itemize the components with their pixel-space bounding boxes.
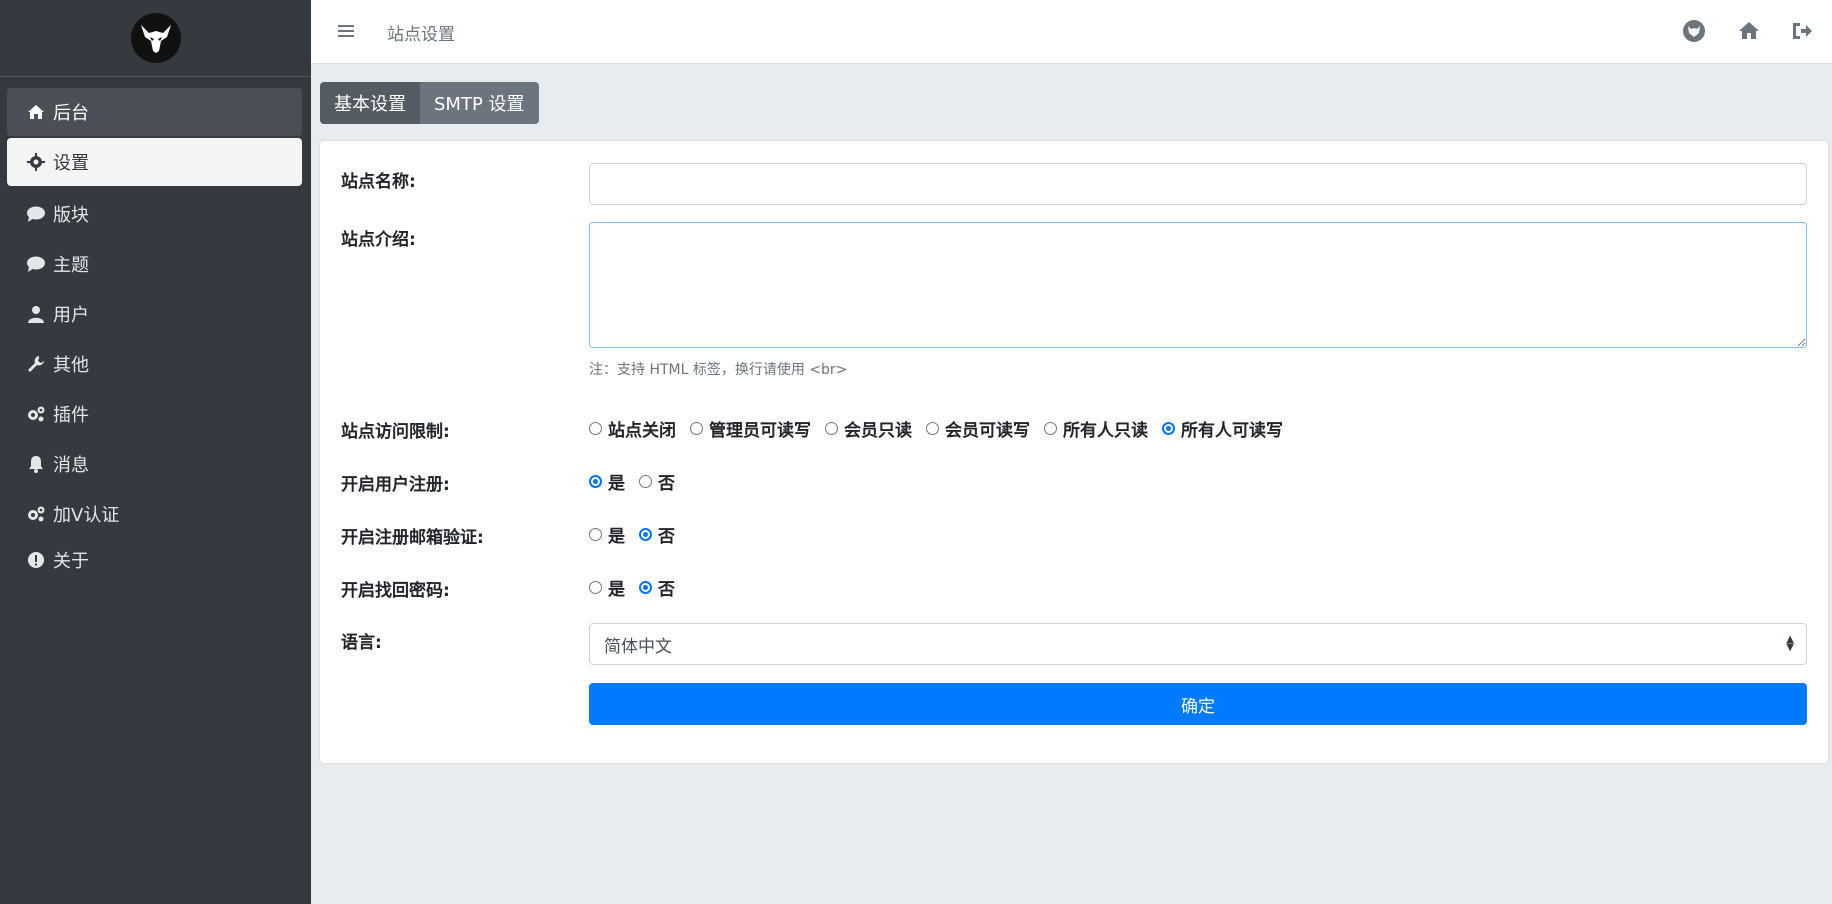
settings-card: 站点名称: 站点介绍: 注：支持 HTML 标签，换行请使用 <br> 站点访问… bbox=[320, 141, 1828, 763]
user-register-label: 开启用户注册: bbox=[341, 475, 450, 495]
radio-button[interactable] bbox=[926, 422, 939, 435]
confirm-button[interactable]: 确定 bbox=[589, 683, 1807, 725]
site-intro-textarea[interactable] bbox=[589, 222, 1807, 348]
sidebar-item-label: 消息 bbox=[53, 455, 89, 476]
hamburger-menu-icon[interactable] bbox=[335, 20, 357, 42]
sidebar-item-label: 用户 bbox=[53, 305, 89, 326]
tab-smtp-settings[interactable]: SMTP 设置 bbox=[420, 82, 539, 124]
radio-button[interactable] bbox=[1162, 422, 1175, 435]
radio-label: 会员只读 bbox=[844, 421, 912, 441]
password-recovery-option-1[interactable]: 否 bbox=[639, 575, 675, 600]
radio-button[interactable] bbox=[639, 528, 652, 541]
access-limit-option-3[interactable]: 会员可读写 bbox=[926, 416, 1030, 441]
language-select-value: 简体中文 bbox=[604, 636, 672, 657]
wrench-icon bbox=[25, 353, 47, 375]
sign-out-icon[interactable] bbox=[1789, 18, 1815, 44]
radio-button[interactable] bbox=[690, 422, 703, 435]
sidebar-item-8[interactable]: 加V认证 bbox=[7, 490, 302, 538]
select-arrows-icon: ▲ ▼ bbox=[1786, 634, 1794, 653]
email-verify-label: 开启注册邮箱验证: bbox=[341, 528, 484, 548]
bull-head-logo-icon[interactable] bbox=[130, 13, 181, 63]
radio-button[interactable] bbox=[589, 422, 602, 435]
sidebar-item-4[interactable]: 用户 bbox=[7, 290, 302, 338]
gears-icon bbox=[25, 503, 47, 525]
access-limit-option-2[interactable]: 会员只读 bbox=[825, 416, 912, 441]
language-label: 语言: bbox=[341, 633, 382, 653]
radio-button[interactable] bbox=[1044, 422, 1057, 435]
radio-label: 否 bbox=[658, 527, 675, 547]
user-icon bbox=[25, 303, 47, 325]
cat-face-icon[interactable] bbox=[1681, 18, 1707, 44]
sidebar-item-7[interactable]: 消息 bbox=[7, 440, 302, 488]
radio-button[interactable] bbox=[589, 475, 602, 488]
site-name-input[interactable] bbox=[589, 163, 1807, 205]
radio-label: 是 bbox=[608, 580, 625, 600]
bell-icon bbox=[25, 453, 47, 475]
user-register-option-0[interactable]: 是 bbox=[589, 469, 625, 494]
site-name-label: 站点名称: bbox=[341, 172, 416, 192]
exclamation-circle-icon bbox=[25, 549, 47, 571]
access-limit-option-5[interactable]: 所有人可读写 bbox=[1162, 416, 1283, 441]
sidebar-item-1[interactable]: 设置 bbox=[7, 138, 302, 186]
radio-button[interactable] bbox=[639, 475, 652, 488]
sidebar-item-9[interactable]: 关于 bbox=[7, 536, 302, 584]
radio-label: 站点关闭 bbox=[608, 421, 676, 441]
radio-label: 会员可读写 bbox=[945, 421, 1030, 441]
sidebar-item-2[interactable]: 版块 bbox=[7, 190, 302, 238]
site-intro-label: 站点介绍: bbox=[341, 230, 416, 250]
radio-label: 所有人只读 bbox=[1063, 421, 1148, 441]
gears-icon bbox=[25, 403, 47, 425]
home-icon bbox=[25, 101, 47, 123]
home-icon[interactable] bbox=[1736, 18, 1762, 44]
password-recovery-radio-group: 是否 bbox=[589, 575, 689, 600]
radio-label: 否 bbox=[658, 580, 675, 600]
radio-label: 否 bbox=[658, 474, 675, 494]
sidebar-item-label: 设置 bbox=[53, 153, 89, 174]
sidebar-item-6[interactable]: 插件 bbox=[7, 390, 302, 438]
sidebar-item-label: 后台 bbox=[53, 103, 89, 124]
access-limit-label: 站点访问限制: bbox=[341, 422, 450, 442]
password-recovery-option-0[interactable]: 是 bbox=[589, 575, 625, 600]
sidebar-item-label: 关于 bbox=[53, 551, 89, 572]
access-limit-option-1[interactable]: 管理员可读写 bbox=[690, 416, 811, 441]
radio-button[interactable] bbox=[589, 528, 602, 541]
site-intro-help-text: 注：支持 HTML 标签，换行请使用 <br> bbox=[589, 362, 848, 378]
radio-button[interactable] bbox=[639, 581, 652, 594]
gear-icon bbox=[25, 151, 47, 173]
sidebar-item-label: 其他 bbox=[53, 355, 89, 376]
radio-label: 是 bbox=[608, 527, 625, 547]
radio-button[interactable] bbox=[589, 581, 602, 594]
sidebar: 后台设置版块主题用户其他插件消息加V认证关于 bbox=[0, 0, 311, 904]
user-register-radio-group: 是否 bbox=[589, 469, 689, 494]
access-limit-option-4[interactable]: 所有人只读 bbox=[1044, 416, 1148, 441]
chat-bubble-icon bbox=[25, 253, 47, 275]
sidebar-item-label: 插件 bbox=[53, 405, 89, 426]
sidebar-item-0[interactable]: 后台 bbox=[7, 88, 302, 136]
tab-basic-settings[interactable]: 基本设置 bbox=[320, 82, 420, 124]
radio-label: 是 bbox=[608, 474, 625, 494]
language-select[interactable]: 简体中文 ▲ ▼ bbox=[589, 623, 1807, 665]
radio-label: 管理员可读写 bbox=[709, 421, 811, 441]
email-verify-radio-group: 是否 bbox=[589, 522, 689, 547]
sidebar-item-5[interactable]: 其他 bbox=[7, 340, 302, 388]
breadcrumb: 站点设置 bbox=[387, 25, 455, 45]
access-limit-option-0[interactable]: 站点关闭 bbox=[589, 416, 676, 441]
chat-bubble-icon bbox=[25, 203, 47, 225]
sidebar-item-label: 版块 bbox=[53, 205, 89, 226]
password-recovery-label: 开启找回密码: bbox=[341, 581, 450, 601]
radio-button[interactable] bbox=[825, 422, 838, 435]
radio-label: 所有人可读写 bbox=[1181, 421, 1283, 441]
sidebar-item-label: 主题 bbox=[53, 255, 89, 276]
sidebar-item-3[interactable]: 主题 bbox=[7, 240, 302, 288]
email-verify-option-0[interactable]: 是 bbox=[589, 522, 625, 547]
access-limit-radio-group: 站点关闭 管理员可读写 会员只读 会员可读写 所有人只读 所有人可读写 bbox=[589, 416, 1297, 441]
email-verify-option-1[interactable]: 否 bbox=[639, 522, 675, 547]
sidebar-item-label: 加V认证 bbox=[53, 505, 120, 526]
sidebar-logo-area bbox=[0, 0, 311, 77]
settings-tabs: 基本设置 SMTP 设置 bbox=[320, 82, 539, 124]
topbar: 站点设置 bbox=[311, 0, 1832, 64]
user-register-option-1[interactable]: 否 bbox=[639, 469, 675, 494]
